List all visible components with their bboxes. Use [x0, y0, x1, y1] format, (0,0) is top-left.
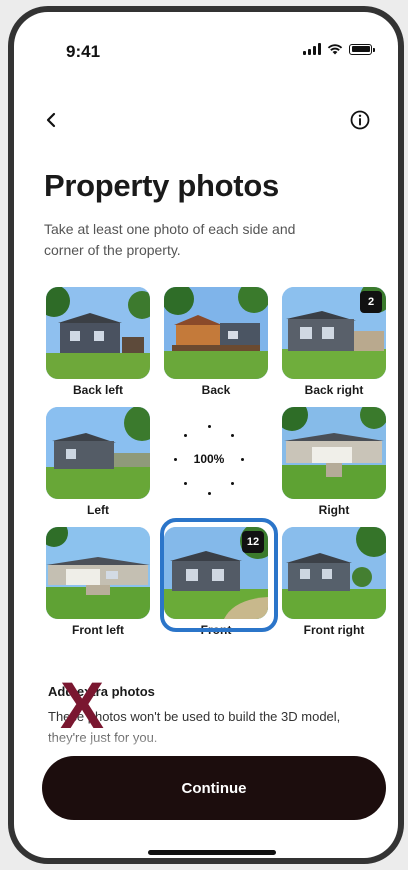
- back-button[interactable]: [40, 108, 64, 132]
- house-photo: [282, 407, 386, 499]
- house-photo: 2: [282, 287, 386, 379]
- photo-count-badge: 2: [360, 291, 382, 313]
- home-indicator: [148, 850, 276, 855]
- photo-tile-left[interactable]: Left: [46, 407, 150, 517]
- house-photo: [46, 407, 150, 499]
- house-photo: [46, 527, 150, 619]
- phone-frame: 9:41 Property photos Take at least one p…: [8, 6, 404, 864]
- photo-tile-label: Front right: [303, 623, 365, 637]
- battery-icon: [349, 43, 375, 55]
- photo-tile-label: Back left: [72, 383, 124, 397]
- house-photo: [164, 287, 268, 379]
- photo-tile-label: Left: [87, 503, 109, 517]
- selected-photo-highlight: [160, 518, 278, 632]
- info-button[interactable]: [348, 108, 372, 132]
- photo-tile-front-right[interactable]: Front right: [282, 527, 386, 637]
- screen: 9:41 Property photos Take at least one p…: [14, 12, 398, 858]
- signal-icon: [303, 43, 321, 55]
- page-subtitle: Take at least one photo of each side and…: [44, 221, 296, 258]
- photo-tile-back-left[interactable]: Back left: [46, 287, 150, 397]
- house-photo: [46, 287, 150, 379]
- status-bar: 9:41: [14, 12, 398, 62]
- photo-tile-label: Right: [318, 503, 350, 517]
- progress-percent: 100%: [193, 452, 225, 466]
- photo-tile-label: Back right: [304, 383, 364, 397]
- progress-indicator: 100%: [174, 425, 244, 495]
- photo-tile-right[interactable]: Right: [282, 407, 386, 517]
- continue-button[interactable]: Continue: [42, 756, 386, 820]
- photo-tile-back-right[interactable]: 2 Back right: [282, 287, 386, 397]
- photo-tile-front-left[interactable]: Front left: [46, 527, 150, 637]
- photo-tile-label: Back: [201, 383, 231, 397]
- overlay-x-mark: X: [60, 668, 105, 742]
- wifi-icon: [327, 44, 343, 55]
- chevron-left-icon: [46, 112, 56, 128]
- info-circle-icon: [350, 110, 370, 130]
- photo-tile-label: Front left: [72, 623, 124, 637]
- house-photo: [282, 527, 386, 619]
- page-title: Property photos: [44, 168, 279, 203]
- status-icons: [303, 43, 375, 55]
- photo-tile-back[interactable]: Back: [164, 287, 268, 397]
- status-time: 9:41: [66, 42, 101, 61]
